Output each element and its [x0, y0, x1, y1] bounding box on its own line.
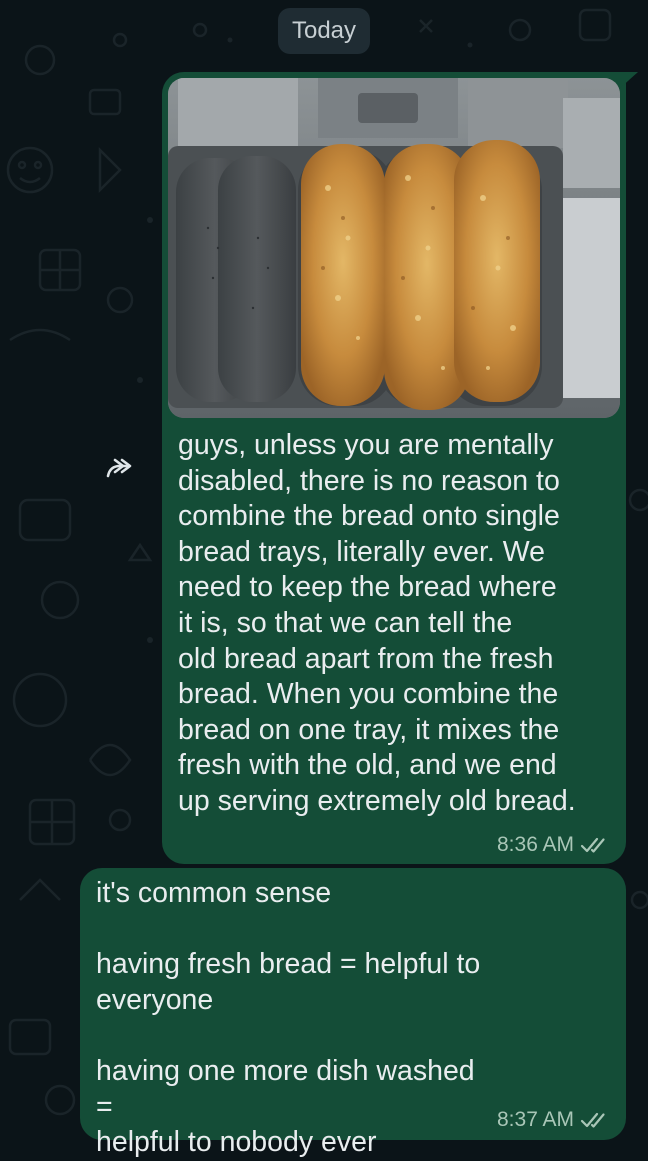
date-divider: Today: [278, 8, 370, 54]
bubble-tail: [618, 72, 638, 90]
message-meta: 8:36 AM: [497, 833, 608, 857]
message-timestamp: 8:37 AM: [497, 1108, 575, 1131]
message-timestamp: 8:36 AM: [497, 833, 575, 856]
message-meta: 8:37 AM: [497, 1108, 608, 1132]
double-check-icon: [580, 1112, 605, 1128]
message-text: it's common sense having fresh bread = h…: [96, 877, 481, 1159]
double-check-icon: [580, 837, 605, 853]
message-text: guys, unless you are mentally disabled, …: [178, 429, 576, 817]
forward-arrow-icon: [106, 458, 132, 478]
bread-tray-photo[interactable]: [168, 78, 620, 418]
forward-button[interactable]: [98, 448, 142, 488]
bread-tray-image: [168, 78, 620, 418]
